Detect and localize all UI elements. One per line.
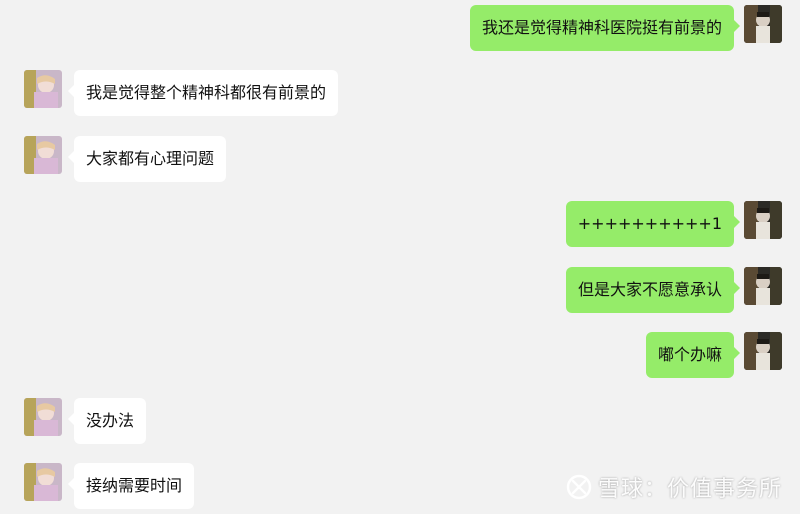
message-bubble-self[interactable]: 我还是觉得精神科医院挺有前景的 [469,5,741,51]
message-row-self: 但是大家不愿意承认 [0,267,800,313]
avatar-other-icon[interactable] [24,70,62,108]
watermark: 雪球：价值事务所 [566,472,782,502]
avatar-self-icon[interactable] [744,201,782,239]
message-bubble-self[interactable]: ++++++++++1 [565,201,741,247]
avatar-self-icon[interactable] [744,267,782,305]
avatar-other-icon[interactable] [24,136,62,174]
message-bubble-self[interactable]: 嘟个办嘛 [645,332,741,378]
chat-window: 我还是觉得精神科医院挺有前景的 我是觉得整个精神科都很有前景的 大家都有心理问题… [0,0,800,514]
message-row-other: 我是觉得整个精神科都很有前景的 [0,70,800,116]
message-bubble-other[interactable]: 接纳需要时间 [67,463,195,509]
watermark-text: 雪球：价值事务所 [597,477,782,502]
avatar-self-icon[interactable] [744,5,782,43]
message-bubble-other[interactable]: 大家都有心理问题 [67,136,227,182]
message-row-self: 我还是觉得精神科医院挺有前景的 [0,5,800,51]
message-row-self: 嘟个办嘛 [0,332,800,378]
avatar-other-icon[interactable] [24,463,62,501]
avatar-self-icon[interactable] [744,332,782,370]
avatar-other-icon[interactable] [24,398,62,436]
message-bubble-other[interactable]: 没办法 [67,398,147,444]
message-row-other: 没办法 [0,398,800,444]
message-row-self: ++++++++++1 [0,201,800,247]
message-row-other: 大家都有心理问题 [0,136,800,182]
message-bubble-self[interactable]: 但是大家不愿意承认 [565,267,741,313]
message-bubble-other[interactable]: 我是觉得整个精神科都很有前景的 [67,70,339,116]
xueqiu-logo-icon [566,474,592,500]
